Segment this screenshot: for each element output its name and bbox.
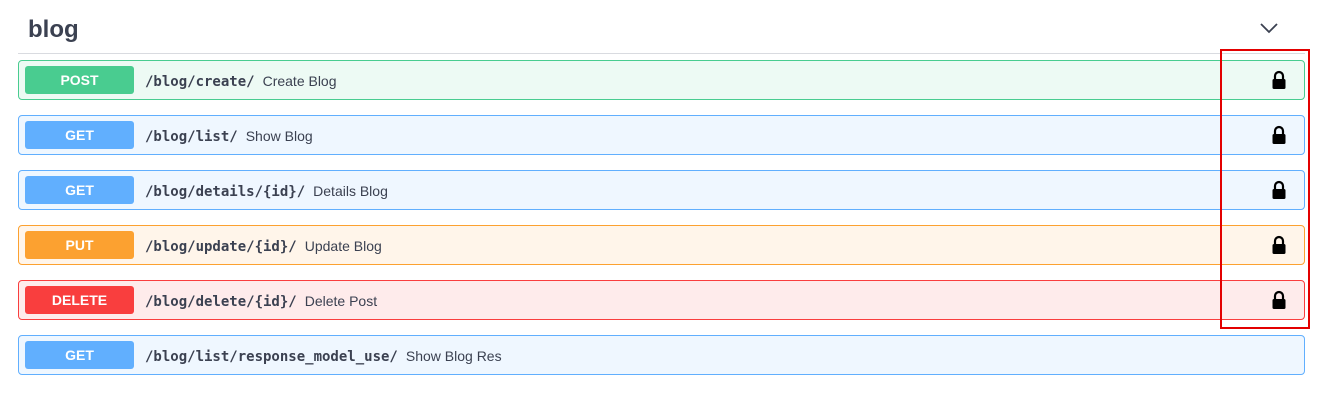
operation-summary: Show Blog Res	[405, 348, 502, 364]
operation-path: /blog/delete/{id}/ Delete Post	[145, 292, 377, 311]
path-text: /blog/create/	[145, 74, 255, 90]
section-title: blog	[28, 16, 79, 43]
operation-get-blog-list-response-model[interactable]: GET /blog/list/response_model_use/Show B…	[18, 335, 1305, 375]
operation-path: /blog/list/response_model_use/Show Blog …	[145, 347, 502, 366]
operation-path: /blog/create/Create Blog	[145, 72, 337, 91]
operation-path: /blog/list/Show Blog	[145, 127, 313, 146]
method-badge: PUT	[25, 231, 134, 259]
operation-path: /blog/update/{id}/ Update Blog	[145, 237, 382, 256]
path-text: /blog/details/{id}/	[145, 184, 306, 200]
operation-summary: Show Blog	[245, 128, 313, 144]
method-badge: DELETE	[25, 286, 134, 314]
blog-section: blog POST /blog/create/Create Blog GET /…	[18, 0, 1305, 375]
lock-icon[interactable]	[1270, 70, 1288, 90]
operation-summary: Delete Post	[304, 293, 378, 309]
operation-get-blog-details[interactable]: GET /blog/details/{id}/ Details Blog	[18, 170, 1305, 210]
lock-icon[interactable]	[1270, 180, 1288, 200]
operation-path: /blog/details/{id}/ Details Blog	[145, 182, 388, 201]
lock-icon[interactable]	[1270, 290, 1288, 310]
method-badge: GET	[25, 121, 134, 149]
operation-delete-blog-delete[interactable]: DELETE /blog/delete/{id}/ Delete Post	[18, 280, 1305, 320]
method-badge: GET	[25, 341, 134, 369]
operation-get-blog-list[interactable]: GET /blog/list/Show Blog	[18, 115, 1305, 155]
lock-icon[interactable]	[1270, 235, 1288, 255]
operation-post-blog-create[interactable]: POST /blog/create/Create Blog	[18, 60, 1305, 100]
path-text: /blog/delete/{id}/	[145, 294, 297, 310]
section-header-blog[interactable]: blog	[18, 0, 1305, 54]
operation-summary: Create Blog	[262, 73, 337, 89]
operation-put-blog-update[interactable]: PUT /blog/update/{id}/ Update Blog	[18, 225, 1305, 265]
method-badge: GET	[25, 176, 134, 204]
lock-icon[interactable]	[1270, 125, 1288, 145]
chevron-down-icon[interactable]	[1258, 18, 1280, 38]
path-text: /blog/update/{id}/	[145, 239, 297, 255]
method-badge: POST	[25, 66, 134, 94]
path-text: /blog/list/response_model_use/	[145, 349, 398, 365]
operation-summary: Details Blog	[313, 183, 388, 199]
operation-summary: Update Blog	[304, 238, 382, 254]
path-text: /blog/list/	[145, 129, 238, 145]
